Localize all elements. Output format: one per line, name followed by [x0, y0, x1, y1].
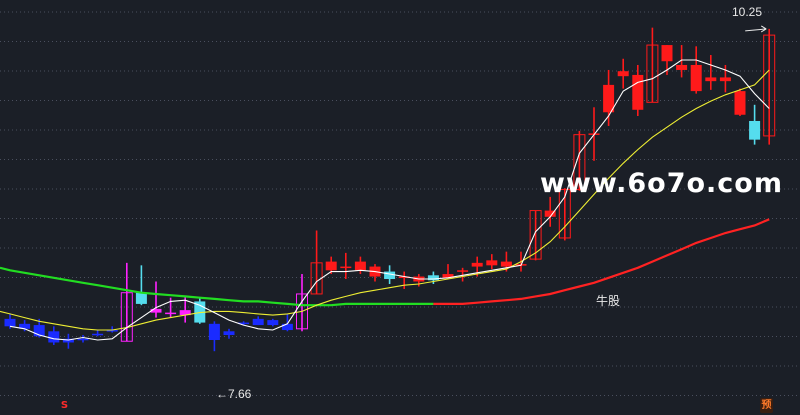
- candle-body: [486, 260, 498, 266]
- candle-body: [325, 261, 337, 271]
- signal-s-badge: S: [60, 400, 69, 411]
- candle-body: [632, 74, 644, 110]
- candle-body: [354, 261, 366, 271]
- ma-long-line: [0, 266, 434, 307]
- candle-body: [719, 77, 731, 82]
- price-markers: [745, 25, 767, 33]
- candle-body: [471, 262, 483, 267]
- candle-body: [617, 71, 629, 77]
- candle-body: [690, 64, 702, 92]
- candle-body: [92, 333, 104, 336]
- candle-body: [705, 77, 717, 82]
- candle-body: [661, 45, 673, 62]
- candle-body: [77, 338, 89, 341]
- low-price-label: ←7.66: [216, 387, 252, 401]
- candle-body: [135, 292, 147, 304]
- candle-body: [457, 270, 469, 272]
- candle-body: [48, 331, 60, 343]
- high-price-label: 10.25: [731, 5, 762, 19]
- candle-body: [252, 318, 264, 326]
- candle-body: [384, 271, 396, 280]
- ma10-line: [0, 69, 770, 331]
- watermark-text: www.6o7o.com: [540, 168, 783, 199]
- candle-body: [340, 266, 352, 269]
- candle-body: [208, 323, 220, 340]
- candle-body: [500, 261, 512, 267]
- candle-body: [734, 91, 746, 115]
- candle-body: [223, 331, 235, 336]
- candle-body: [603, 84, 615, 113]
- candle-body: [676, 64, 688, 70]
- candlestick-chart: [0, 11, 800, 396]
- candle-body: [267, 320, 279, 326]
- candle-body: [281, 323, 293, 331]
- chart-overlay-label: 牛股: [596, 294, 621, 308]
- candle-body: [4, 318, 16, 327]
- candle-body: [749, 120, 761, 140]
- candle-body: [165, 312, 177, 315]
- forecast-badge: 预: [760, 398, 773, 413]
